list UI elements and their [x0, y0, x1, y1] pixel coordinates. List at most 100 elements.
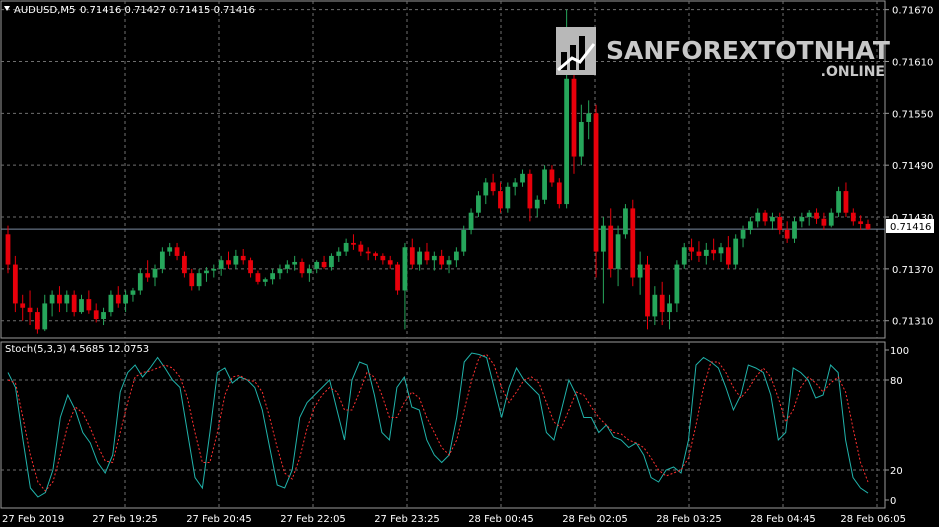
candle-body: [520, 173, 525, 183]
candle-body: [5, 234, 11, 265]
candle-body: [483, 182, 489, 196]
current-price-value: 0.71416: [890, 222, 931, 233]
candle-body: [725, 247, 731, 265]
time-tick-label: 28 Feb 03:25: [656, 514, 722, 525]
candle-body: [365, 251, 371, 254]
candle-body: [409, 247, 415, 265]
candle-body: [240, 255, 246, 261]
candle-body: [211, 268, 217, 271]
candle-body: [733, 238, 739, 265]
stochastic-lines: [7, 352, 869, 498]
chart-header: AUDUSD,M5 0.71416 0.71427 0.71415 0.7141…: [4, 5, 255, 16]
candle-body: [534, 199, 540, 209]
candle-body: [446, 260, 452, 265]
candle-body: [42, 303, 48, 330]
candle-body: [358, 244, 364, 252]
chart-frame: [0, 0, 886, 509]
current-price-tag: 0.71416: [886, 219, 934, 233]
candle-body: [35, 312, 40, 330]
candle-body: [828, 212, 834, 226]
candle-body: [115, 294, 121, 304]
symbol-label: AUDUSD,M5: [14, 5, 75, 16]
candle-body: [586, 113, 592, 122]
price-tick-label: 0.71490: [892, 161, 933, 172]
candle-body: [512, 182, 518, 187]
candle-body: [718, 247, 724, 254]
candle-body: [659, 294, 665, 313]
candle-body: [821, 218, 827, 226]
price-tick-label: 0.71670: [892, 6, 933, 17]
candle-body: [336, 251, 342, 256]
candle-body: [784, 229, 790, 239]
candle-body: [57, 294, 62, 304]
candle-body: [498, 191, 503, 209]
candle-body: [49, 294, 55, 304]
watermark-line2: .ONLINE: [821, 64, 885, 80]
candle-body: [12, 264, 18, 304]
candle-body: [777, 217, 783, 230]
candle-body: [71, 294, 77, 313]
candle-body: [689, 247, 694, 252]
candle-body: [314, 261, 320, 269]
candle-body: [27, 307, 33, 313]
candle-body: [174, 247, 180, 256]
price-tick-label: 0.71550: [892, 109, 933, 120]
candle-body: [306, 268, 312, 274]
stoch-main-line: [7, 352, 869, 498]
candle-body: [159, 251, 165, 269]
candle-body: [623, 208, 628, 235]
candle-body: [123, 294, 128, 304]
stoch-tick-label: 0: [890, 496, 896, 507]
candle-body: [351, 242, 356, 245]
stoch-axis: 100 80 20 0: [885, 346, 909, 507]
candle-body: [468, 212, 474, 230]
candle-body: [182, 255, 187, 274]
stoch-signal-line: [7, 353, 869, 492]
candle-body: [108, 294, 114, 313]
candle-body: [461, 229, 467, 252]
candle-body: [130, 290, 136, 295]
candle-body: [20, 303, 26, 308]
candle-body: [233, 255, 239, 265]
candle-body: [79, 299, 84, 313]
candle-body: [248, 260, 253, 274]
candle-body: [681, 247, 687, 265]
candle-body: [740, 229, 746, 239]
candle-body: [814, 212, 819, 219]
candle-body: [770, 217, 775, 222]
candle-body: [218, 260, 224, 269]
candle-body: [571, 78, 577, 157]
watermark-logo-icon: [556, 27, 596, 75]
candle-body: [608, 225, 614, 269]
candle-body: [424, 251, 430, 261]
candle-body: [167, 247, 173, 252]
candle-body: [152, 268, 158, 278]
candle-body: [843, 191, 849, 213]
stoch-tick-label: 20: [890, 466, 903, 477]
candle-body: [329, 255, 334, 268]
watermark: SANFOREXTOTNHAT .ONLINE: [556, 27, 890, 80]
candle-body: [431, 255, 437, 261]
candle-body: [490, 182, 496, 192]
candle-body: [630, 208, 636, 278]
dropdown-triangle-icon[interactable]: [4, 6, 10, 11]
candle-body: [652, 294, 658, 317]
candle-body: [865, 223, 871, 230]
candle-body: [748, 221, 753, 230]
time-tick-label: 28 Feb 00:45: [468, 514, 534, 525]
candle-body: [527, 173, 533, 209]
candle-body: [373, 253, 378, 256]
candle-body: [101, 312, 106, 319]
candle-body: [696, 251, 702, 256]
candle-body: [380, 255, 386, 261]
candle-body: [292, 261, 298, 265]
candle-body: [387, 260, 393, 265]
candle-body: [564, 78, 570, 205]
candle-body: [615, 234, 621, 269]
candle-body: [439, 255, 445, 265]
candle-body: [836, 191, 841, 213]
candle-body: [645, 264, 650, 317]
candle-body: [549, 169, 555, 183]
candle-body: [189, 273, 195, 287]
candle-body: [402, 247, 408, 291]
